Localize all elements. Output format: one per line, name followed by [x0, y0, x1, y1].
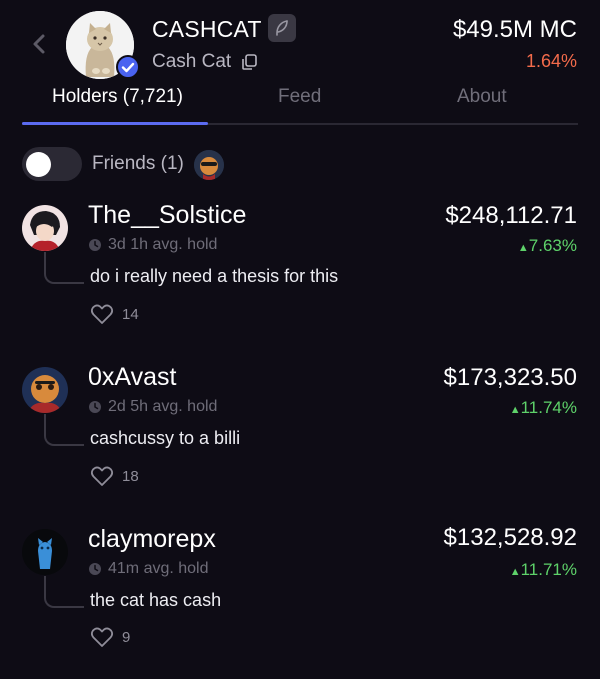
arrow-up-icon: ▲ [509, 404, 521, 416]
token-name: Cash Cat [152, 51, 232, 72]
thread-connector [44, 414, 84, 446]
feather-icon[interactable] [268, 14, 296, 42]
holder-avatar[interactable] [22, 205, 68, 251]
tab-about[interactable]: About [457, 86, 507, 108]
arrow-up-icon: ▲ [509, 566, 521, 578]
tab-holders[interactable]: Holders (7,721) [52, 86, 183, 108]
hold-text: 3d 1h avg. hold [108, 236, 218, 253]
holder-value: $248,112.71 [445, 202, 577, 229]
holder-name[interactable]: claymorepx [88, 525, 216, 554]
heart-icon[interactable] [90, 303, 114, 325]
holder-avatar[interactable] [22, 529, 68, 575]
holder-change-value: 7.63% [528, 236, 577, 255]
holder-change: ▲11.74% [510, 398, 577, 418]
hold-text: 2d 5h avg. hold [108, 398, 218, 415]
friends-toggle-knob [26, 152, 51, 177]
back-arrow-icon[interactable] [28, 30, 50, 58]
friends-label: Friends (1) [92, 153, 184, 174]
heart-icon[interactable] [90, 465, 114, 487]
tab-feed[interactable]: Feed [278, 86, 321, 108]
holder-name[interactable]: 0xAvast [88, 363, 176, 392]
clock-icon [89, 239, 101, 251]
heart-icon[interactable] [90, 626, 114, 648]
holder-hold-time: 3d 1h avg. hold [88, 236, 217, 254]
holder-comment: cashcussy to a billi [90, 428, 241, 448]
thread-connector [44, 252, 84, 284]
verified-badge-icon [116, 55, 140, 79]
like-count: 9 [122, 629, 131, 646]
holder-comment: the cat has cash [90, 590, 222, 610]
friend-avatar[interactable] [194, 150, 224, 180]
holder-change: ▲7.63% [518, 236, 577, 256]
holder-comment: do i really need a thesis for this [90, 266, 339, 286]
tab-active-indicator [22, 122, 208, 125]
clock-icon [89, 401, 101, 413]
holder-change: ▲11.71% [510, 560, 577, 580]
market-cap: $49.5M MC [452, 16, 577, 43]
market-cap-change: 1.64% [525, 51, 577, 71]
holder-avatar[interactable] [22, 367, 68, 413]
holder-value: $132,528.92 [443, 524, 577, 551]
arrow-up-icon: ▲ [517, 242, 529, 254]
clock-icon [89, 563, 101, 575]
like-count: 14 [122, 306, 139, 323]
token-ticker: CASHCAT [152, 16, 262, 42]
thread-connector [44, 576, 84, 608]
like-count: 18 [122, 468, 139, 485]
holder-value: $173,323.50 [443, 364, 577, 391]
holder-change-value: 11.71% [520, 560, 577, 579]
copy-icon[interactable] [240, 53, 258, 71]
holder-hold-time: 2d 5h avg. hold [88, 398, 217, 416]
hold-text: 41m avg. hold [108, 560, 209, 577]
holder-name[interactable]: The__Solstice [88, 201, 246, 230]
holder-hold-time: 41m avg. hold [88, 560, 209, 578]
holder-change-value: 11.74% [520, 398, 577, 417]
